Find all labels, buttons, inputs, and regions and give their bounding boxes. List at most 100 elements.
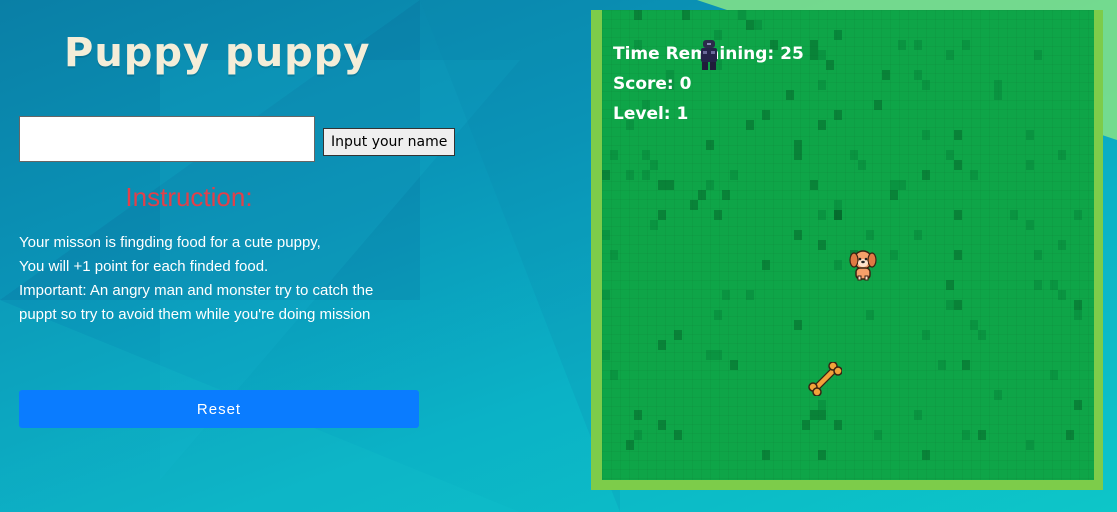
game-board[interactable]: Time Remaining: 25 Score: 0 Level: 1: [602, 10, 1094, 480]
grass-tile: [818, 50, 826, 60]
grass-tile: [706, 350, 714, 360]
instruction-line: Important: An angry man and monster try …: [19, 282, 374, 299]
grass-tile: [610, 370, 618, 380]
grass-tile: [730, 170, 738, 180]
grass-tile: [1058, 150, 1066, 160]
grass-tile: [946, 150, 954, 160]
grass-tile: [762, 110, 770, 120]
grass-tile: [1026, 160, 1034, 170]
grass-tile: [610, 150, 618, 160]
instruction-line: puppt so try to avoid them while you're …: [19, 306, 371, 323]
grass-tile: [954, 300, 962, 310]
grass-tile: [962, 360, 970, 370]
grass-tile: [626, 440, 634, 450]
grass-tile: [922, 80, 930, 90]
grass-tile: [794, 230, 802, 240]
grass-tile: [1074, 400, 1082, 410]
grass-tile: [866, 310, 874, 320]
grass-tile: [818, 210, 826, 220]
grass-tile: [634, 410, 642, 420]
grass-tile: [762, 260, 770, 270]
grass-tile: [834, 420, 842, 430]
game-title: Puppy puppy: [64, 30, 371, 76]
grass-tile: [946, 300, 954, 310]
grass-tile: [834, 110, 842, 120]
grass-tile: [602, 350, 610, 360]
grass-tile: [658, 180, 666, 190]
grass-tile: [602, 290, 610, 300]
grass-tile: [1026, 220, 1034, 230]
grass-tile: [1050, 370, 1058, 380]
grass-tile: [722, 190, 730, 200]
grass-tile: [690, 200, 698, 210]
grass-tile: [858, 160, 866, 170]
grass-tile: [706, 140, 714, 150]
grass-tile: [970, 170, 978, 180]
grass-tile: [1026, 440, 1034, 450]
grass-tile: [818, 120, 826, 130]
grass-tile: [826, 60, 834, 70]
puppy-icon: [848, 248, 878, 282]
grass-tile: [834, 260, 842, 270]
grass-tile: [898, 40, 906, 50]
grass-tile: [1058, 240, 1066, 250]
grass-tile: [794, 140, 802, 150]
grass-tile: [634, 430, 642, 440]
grass-tile: [954, 210, 962, 220]
grass-tile: [698, 190, 706, 200]
grass-tile: [1034, 50, 1042, 60]
grass-tile: [978, 330, 986, 340]
grass-tile: [714, 310, 722, 320]
grass-tile: [706, 180, 714, 190]
input-name-button[interactable]: Input your name: [323, 128, 456, 156]
grass-tile: [746, 20, 754, 30]
grass-tile: [834, 210, 842, 220]
grass-tile: [738, 10, 746, 20]
grass-tile: [850, 150, 858, 160]
reset-button[interactable]: Reset: [19, 390, 419, 428]
grass-tile: [1050, 280, 1058, 290]
grass-tile: [642, 150, 650, 160]
grass-tile: [794, 320, 802, 330]
grass-tile: [898, 180, 906, 190]
grass-tile: [818, 80, 826, 90]
grass-tile: [658, 420, 666, 430]
grass-tile: [610, 250, 618, 260]
grass-tile: [682, 10, 690, 20]
grass-tile: [650, 160, 658, 170]
grass-tile: [666, 180, 674, 190]
instruction-text: Your misson is fingding food for a cute …: [19, 231, 439, 327]
grass-tile: [970, 320, 978, 330]
grass-tile: [786, 90, 794, 100]
grass-tile: [650, 220, 658, 230]
grass-tile: [962, 430, 970, 440]
instruction-heading: Instruction:: [125, 182, 253, 212]
grass-tile: [874, 430, 882, 440]
angry-man-icon: [698, 39, 720, 71]
grass-tile: [1066, 430, 1074, 440]
grass-tile: [874, 100, 882, 110]
grass-tile: [810, 50, 818, 60]
grass-tile: [818, 450, 826, 460]
grass-tile: [810, 180, 818, 190]
grass-tile: [818, 400, 826, 410]
grass-tile: [890, 180, 898, 190]
level: Level: 1: [613, 104, 689, 124]
grass-tile: [1074, 310, 1082, 320]
grass-tile: [914, 40, 922, 50]
grass-tile: [882, 70, 890, 80]
background-facet: [420, 0, 620, 512]
grass-tile: [762, 450, 770, 460]
grass-tile: [818, 410, 826, 420]
name-input[interactable]: [19, 116, 315, 162]
grass-tile: [634, 10, 642, 20]
grass-tile: [834, 30, 842, 40]
grass-tile: [962, 40, 970, 50]
grass-tile: [834, 200, 842, 210]
grass-tile: [994, 80, 1002, 90]
grass-tile: [746, 120, 754, 130]
grass-tile: [994, 390, 1002, 400]
grass-tile: [714, 210, 722, 220]
grass-tile: [978, 430, 986, 440]
grass-tile: [818, 240, 826, 250]
